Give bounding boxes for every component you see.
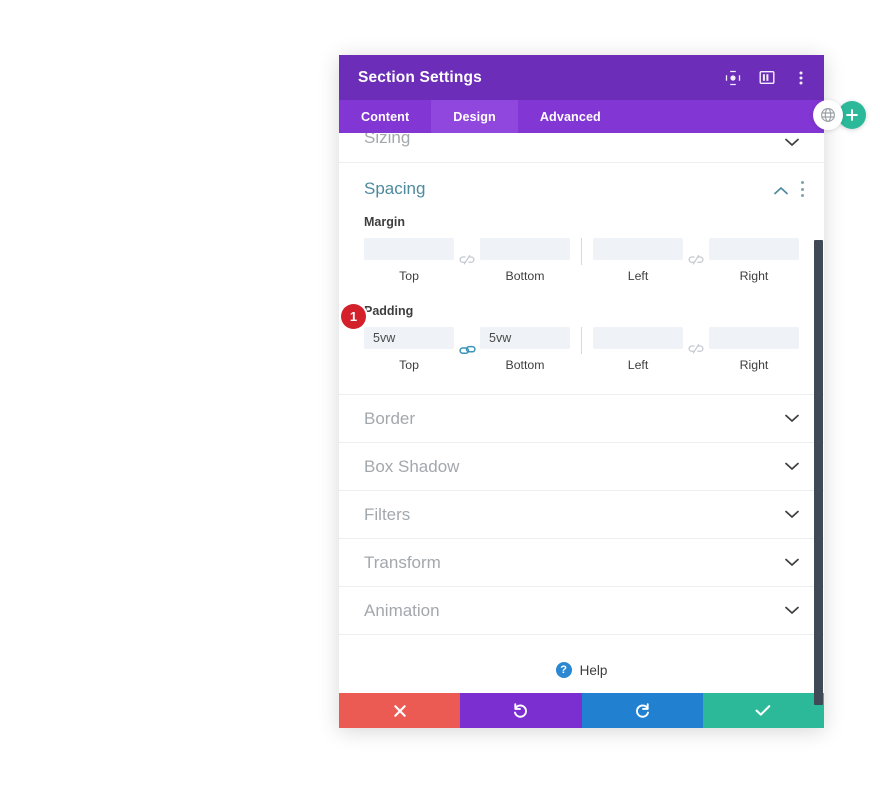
margin-top-cell: Top — [364, 238, 454, 283]
help-button[interactable]: ? Help — [555, 662, 608, 678]
more-options-icon[interactable] — [792, 69, 810, 87]
chevron-down-icon — [785, 604, 799, 618]
margin-top-bottom-link-broken-icon[interactable] — [454, 250, 480, 272]
margin-left-right-pair: Left Right — [593, 238, 799, 283]
section-toggle-animation[interactable]: Animation — [339, 587, 824, 635]
section-spacing: Spacing Margin Top Bottom Left Right Pad… — [339, 163, 824, 395]
padding-top-bottom-pair: Top Bottom — [364, 327, 570, 372]
step-badge-1: 1 — [341, 304, 366, 329]
chevron-up-icon[interactable] — [774, 182, 788, 196]
section-toggle-transform[interactable]: Transform — [339, 539, 824, 587]
chevron-down-icon — [785, 508, 799, 522]
settings-tab-bar: Content Design Advanced — [339, 100, 824, 133]
margin-left-cell: Left — [593, 238, 683, 283]
padding-field-group: Padding 1 Top — [339, 304, 824, 372]
padding-top-bottom-link-connected-icon[interactable] — [454, 339, 480, 361]
tab-content[interactable]: Content — [339, 100, 431, 133]
padding-left-cell: Left — [593, 327, 683, 372]
margin-left-caption: Left — [627, 269, 649, 283]
save-button[interactable] — [702, 693, 824, 728]
help-question-icon: ? — [555, 662, 572, 678]
margin-right-caption: Right — [739, 269, 769, 283]
page-title: Section Settings — [358, 68, 482, 86]
padding-right-caption: Right — [739, 358, 769, 372]
section-label-spacing: Spacing — [364, 179, 426, 198]
tab-design[interactable]: Design — [431, 100, 518, 133]
padding-bottom-input[interactable] — [480, 327, 570, 349]
margin-top-input[interactable] — [364, 238, 454, 260]
settings-scroll-body: Sizing Spacing Margin Top Bottom Left Ri… — [339, 133, 824, 693]
section-toggle-box-shadow[interactable]: Box Shadow — [339, 443, 824, 491]
margin-group-divider — [581, 238, 582, 265]
section-toggle-sizing[interactable]: Sizing — [339, 133, 824, 163]
floating-action-group — [813, 100, 866, 130]
margin-top-caption: Top — [399, 269, 419, 283]
margin-bottom-input[interactable] — [480, 238, 570, 260]
padding-top-cell: Top — [364, 327, 454, 372]
section-toggle-filters[interactable]: Filters — [339, 491, 824, 539]
padding-top-caption: Top — [399, 358, 419, 372]
titlebar-icon-group — [724, 69, 810, 87]
margin-label: Margin — [364, 215, 405, 229]
focus-target-icon[interactable] — [724, 69, 742, 87]
chevron-down-icon — [785, 412, 799, 426]
padding-bottom-caption: Bottom — [505, 358, 545, 372]
globe-icon[interactable] — [813, 100, 843, 130]
section-options-icon[interactable] — [801, 181, 805, 197]
section-toggle-spacing[interactable]: Spacing — [339, 163, 824, 215]
redo-button[interactable] — [581, 693, 703, 728]
undo-button[interactable] — [460, 693, 582, 728]
padding-group-divider — [581, 327, 582, 354]
margin-top-bottom-pair: Top Bottom — [364, 238, 570, 283]
layout-panel-icon[interactable] — [758, 69, 776, 87]
section-settings-modal: Section Settings Content Design Advanced… — [339, 55, 824, 728]
padding-left-right-pair: Left Right — [593, 327, 799, 372]
section-label-animation: Animation — [364, 600, 440, 620]
section-label-transform: Transform — [364, 552, 441, 572]
padding-right-input[interactable] — [709, 327, 799, 349]
section-label-box-shadow: Box Shadow — [364, 456, 460, 476]
padding-left-right-link-broken-icon[interactable] — [683, 339, 709, 361]
margin-inputs-row: Top Bottom Left Right — [364, 238, 799, 283]
modal-titlebar: Section Settings — [339, 55, 824, 100]
padding-inputs-row: Top Bottom — [364, 327, 799, 372]
margin-right-cell: Right — [709, 238, 799, 283]
padding-top-input[interactable] — [364, 327, 454, 349]
margin-right-input[interactable] — [709, 238, 799, 260]
margin-bottom-cell: Bottom — [480, 238, 570, 283]
margin-left-right-link-broken-icon[interactable] — [683, 250, 709, 272]
margin-left-input[interactable] — [593, 238, 683, 260]
margin-bottom-caption: Bottom — [505, 269, 545, 283]
padding-bottom-cell: Bottom — [480, 327, 570, 372]
panel-scrollbar-thumb[interactable] — [814, 240, 823, 705]
help-label: Help — [579, 662, 608, 678]
padding-left-input[interactable] — [593, 327, 683, 349]
help-area: ? Help — [339, 635, 824, 693]
chevron-down-icon — [785, 460, 799, 474]
section-toggle-border[interactable]: Border — [339, 395, 824, 443]
padding-label: Padding — [364, 304, 414, 318]
section-label-filters: Filters — [364, 504, 411, 524]
chevron-down-icon — [785, 135, 799, 149]
padding-right-cell: Right — [709, 327, 799, 372]
modal-footer-actions — [339, 693, 824, 728]
section-label-border: Border — [364, 408, 416, 428]
screen-root: Section Settings Content Design Advanced… — [0, 0, 880, 787]
padding-left-caption: Left — [627, 358, 649, 372]
section-label-sizing: Sizing — [364, 133, 411, 147]
cancel-button[interactable] — [339, 693, 461, 728]
tab-advanced[interactable]: Advanced — [518, 100, 623, 133]
margin-field-group: Margin Top Bottom Left Right — [339, 215, 824, 283]
chevron-down-icon — [785, 556, 799, 570]
